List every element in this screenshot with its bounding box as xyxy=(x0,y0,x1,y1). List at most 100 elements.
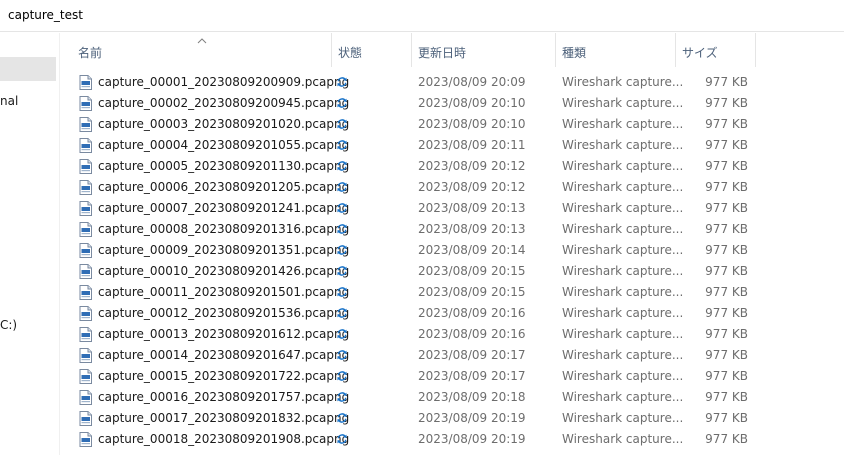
file-modified-date: 2023/08/09 20:16 xyxy=(418,327,526,341)
file-row[interactable]: capture_00007_20230809201241.pcapng 2023/… xyxy=(60,198,844,219)
file-row[interactable]: capture_00011_20230809201501.pcapng 2023/… xyxy=(60,282,844,303)
file-size: 977 KB xyxy=(705,159,748,173)
file-size: 977 KB xyxy=(705,180,748,194)
file-row[interactable]: capture_00006_20230809201205.pcapng 2023/… xyxy=(60,177,844,198)
file-size: 977 KB xyxy=(705,390,748,404)
file-name[interactable]: capture_00011_20230809201501.pcapng xyxy=(98,285,349,300)
file-type: Wireshark capture... xyxy=(562,264,684,278)
file-row[interactable]: capture_00012_20230809201536.pcapng 2023/… xyxy=(60,303,844,324)
file-row[interactable]: capture_00017_20230809201832.pcapng 2023/… xyxy=(60,408,844,429)
file-name[interactable]: capture_00009_20230809201351.pcapng xyxy=(98,243,349,258)
file-modified-date: 2023/08/09 20:19 xyxy=(418,411,526,425)
file-name[interactable]: capture_00014_20230809201647.pcapng xyxy=(98,348,349,363)
file-type: Wireshark capture... xyxy=(562,117,684,131)
file-modified-date: 2023/08/09 20:11 xyxy=(418,138,526,152)
file-name[interactable]: capture_00010_20230809201426.pcapng xyxy=(98,264,349,279)
file-name[interactable]: capture_00008_20230809201316.pcapng xyxy=(98,222,349,237)
nav-item-selected[interactable] xyxy=(0,57,56,81)
file-row[interactable]: capture_00014_20230809201647.pcapng 2023/… xyxy=(60,345,844,366)
column-header-name[interactable]: 名前 xyxy=(72,33,332,67)
file-type: Wireshark capture... xyxy=(562,96,684,110)
file-type: Wireshark capture... xyxy=(562,348,684,362)
file-name[interactable]: capture_00012_20230809201536.pcapng xyxy=(98,306,349,321)
file-name[interactable]: capture_00013_20230809201612.pcapng xyxy=(98,327,349,342)
file-size: 977 KB xyxy=(705,432,748,446)
pcapng-file-icon xyxy=(79,306,92,321)
file-size: 977 KB xyxy=(705,243,748,257)
file-modified-date: 2023/08/09 20:12 xyxy=(418,159,526,173)
file-row[interactable]: capture_00004_20230809201055.pcapng 2023/… xyxy=(60,135,844,156)
column-header: 名前 状態 更新日時 種類 サイズ xyxy=(60,33,844,67)
sync-status-icon xyxy=(336,433,348,445)
pcapng-file-icon xyxy=(79,243,92,258)
file-size: 977 KB xyxy=(705,201,748,215)
nav-item-label[interactable]: nal xyxy=(0,94,18,108)
file-modified-date: 2023/08/09 20:17 xyxy=(418,369,526,383)
file-name[interactable]: capture_00006_20230809201205.pcapng xyxy=(98,180,349,195)
file-modified-date: 2023/08/09 20:13 xyxy=(418,201,526,215)
file-size: 977 KB xyxy=(705,327,748,341)
file-name[interactable]: capture_00005_20230809201130.pcapng xyxy=(98,159,349,174)
file-row[interactable]: capture_00009_20230809201351.pcapng 2023/… xyxy=(60,240,844,261)
file-type: Wireshark capture... xyxy=(562,432,684,446)
file-row[interactable]: capture_00001_20230809200909.pcapng 2023/… xyxy=(60,72,844,93)
file-name[interactable]: capture_00002_20230809200945.pcapng xyxy=(98,96,349,111)
file-modified-date: 2023/08/09 20:10 xyxy=(418,117,526,131)
file-name[interactable]: capture_00017_20230809201832.pcapng xyxy=(98,411,349,426)
file-type: Wireshark capture... xyxy=(562,222,684,236)
file-row[interactable]: capture_00003_20230809201020.pcapng 2023/… xyxy=(60,114,844,135)
file-size: 977 KB xyxy=(705,138,748,152)
file-type: Wireshark capture... xyxy=(562,201,684,215)
sync-status-icon xyxy=(336,160,348,172)
file-size: 977 KB xyxy=(705,264,748,278)
sync-status-icon xyxy=(336,286,348,298)
sync-status-icon xyxy=(336,118,348,130)
file-modified-date: 2023/08/09 20:18 xyxy=(418,390,526,404)
file-row[interactable]: capture_00015_20230809201722.pcapng 2023/… xyxy=(60,366,844,387)
sync-status-icon xyxy=(336,391,348,403)
address-path[interactable]: capture_test xyxy=(8,8,83,22)
pcapng-file-icon xyxy=(79,285,92,300)
file-type: Wireshark capture... xyxy=(562,390,684,404)
file-type: Wireshark capture... xyxy=(562,306,684,320)
file-type: Wireshark capture... xyxy=(562,411,684,425)
file-name[interactable]: capture_00001_20230809200909.pcapng xyxy=(98,75,349,90)
file-size: 977 KB xyxy=(705,411,748,425)
file-name[interactable]: capture_00004_20230809201055.pcapng xyxy=(98,138,349,153)
file-modified-date: 2023/08/09 20:17 xyxy=(418,348,526,362)
sync-status-icon xyxy=(336,370,348,382)
file-row[interactable]: capture_00016_20230809201757.pcapng 2023/… xyxy=(60,387,844,408)
nav-item-label[interactable]: C:) xyxy=(0,318,17,332)
sync-status-icon xyxy=(336,202,348,214)
sync-status-icon xyxy=(336,223,348,235)
file-name[interactable]: capture_00007_20230809201241.pcapng xyxy=(98,201,349,216)
column-header-date-label: 更新日時 xyxy=(418,46,467,60)
file-name[interactable]: capture_00015_20230809201722.pcapng xyxy=(98,369,349,384)
column-header-status[interactable]: 状態 xyxy=(332,33,412,67)
column-header-type[interactable]: 種類 xyxy=(556,33,676,67)
pcapng-file-icon xyxy=(79,327,92,342)
file-modified-date: 2023/08/09 20:15 xyxy=(418,264,526,278)
file-row[interactable]: capture_00002_20230809200945.pcapng 2023/… xyxy=(60,93,844,114)
file-row[interactable]: capture_00018_20230809201908.pcapng 2023/… xyxy=(60,429,844,450)
file-name[interactable]: capture_00018_20230809201908.pcapng xyxy=(98,432,349,447)
sync-status-icon xyxy=(336,181,348,193)
file-name[interactable]: capture_00016_20230809201757.pcapng xyxy=(98,390,349,405)
file-row[interactable]: capture_00010_20230809201426.pcapng 2023/… xyxy=(60,261,844,282)
file-name[interactable]: capture_00003_20230809201020.pcapng xyxy=(98,117,349,132)
sync-status-icon xyxy=(336,265,348,277)
pcapng-file-icon xyxy=(79,75,92,90)
file-row[interactable]: capture_00008_20230809201316.pcapng 2023/… xyxy=(60,219,844,240)
sync-status-icon xyxy=(336,244,348,256)
file-modified-date: 2023/08/09 20:14 xyxy=(418,243,526,257)
column-header-date[interactable]: 更新日時 xyxy=(412,33,556,67)
pcapng-file-icon xyxy=(79,411,92,426)
file-modified-date: 2023/08/09 20:09 xyxy=(418,75,526,89)
file-row[interactable]: capture_00013_20230809201612.pcapng 2023/… xyxy=(60,324,844,345)
column-header-size[interactable]: サイズ xyxy=(676,33,756,67)
address-bar[interactable]: capture_test xyxy=(0,0,844,32)
file-size: 977 KB xyxy=(705,75,748,89)
file-type: Wireshark capture... xyxy=(562,285,684,299)
file-size: 977 KB xyxy=(705,96,748,110)
file-row[interactable]: capture_00005_20230809201130.pcapng 2023/… xyxy=(60,156,844,177)
